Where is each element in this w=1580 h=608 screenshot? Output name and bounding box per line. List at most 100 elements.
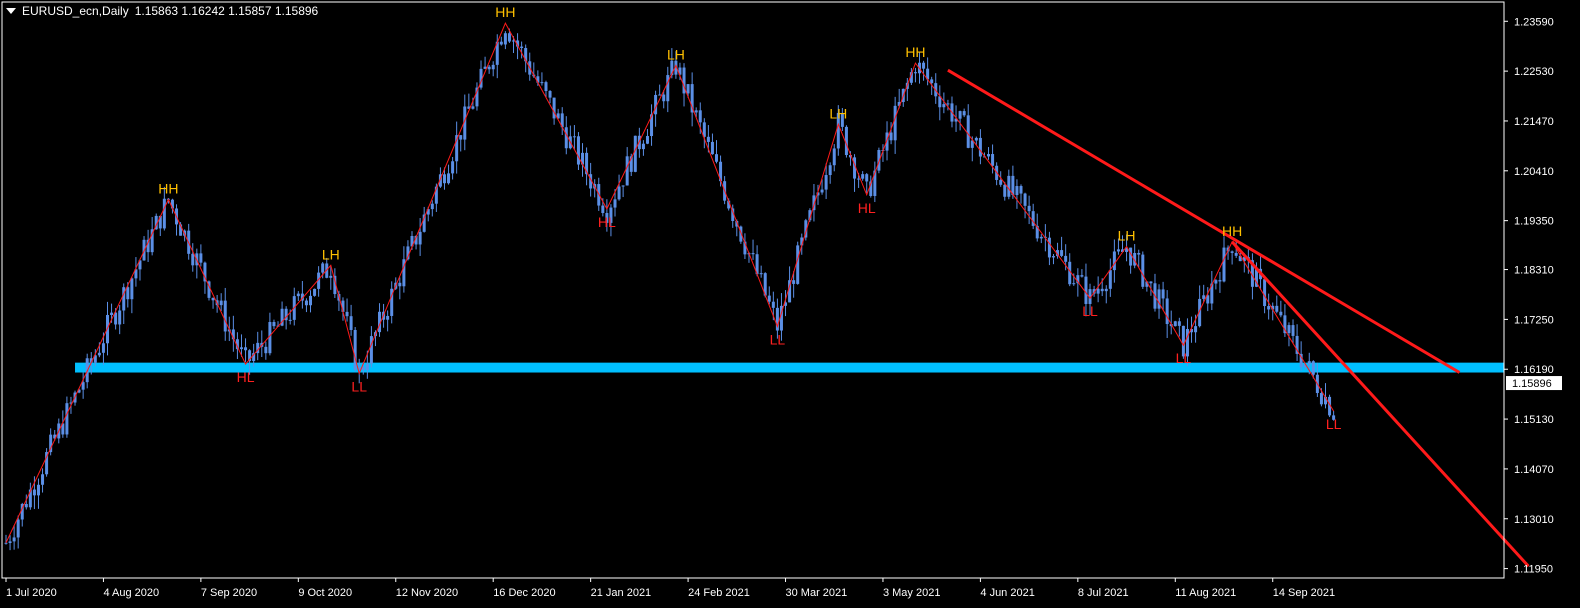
x-tick-label: 21 Jan 2021 [591,587,652,599]
y-tick-label: 1.20410 [1514,166,1554,178]
candle-body [503,33,507,45]
candle-body [1218,280,1222,282]
candle-body [832,148,836,166]
candle-body [1072,283,1076,285]
candle-body [922,62,926,69]
candle-body [199,253,203,263]
candle-body [1129,247,1133,266]
candle-body [1100,288,1104,292]
candle-body [321,263,325,273]
candle-body [191,253,195,266]
candle-body [24,503,28,508]
candle-body [365,363,369,371]
candle-body [706,136,710,142]
candle-body [999,179,1003,185]
candle-body [913,72,917,74]
x-tick-label: 7 Sep 2020 [201,587,257,599]
candle-body [296,293,300,297]
candle-body [386,315,390,320]
candle-body [507,33,511,42]
swing-label: HL [237,369,255,385]
candle-body [223,300,227,332]
swing-label: LL [351,378,367,394]
candle-body [16,519,20,538]
support-zone[interactable] [75,362,1504,373]
candle-body [1230,251,1234,253]
y-tick-label: 1.13010 [1514,514,1554,526]
candle-body [857,178,861,180]
candle-body [552,97,556,119]
symbol-label: EURUSD_ecn,Daily [22,4,129,18]
candle-body [1287,325,1291,334]
candle-body [244,347,248,351]
candle-body [1202,295,1206,299]
candle-body [641,143,645,150]
trendline-1[interactable] [947,68,1461,374]
candle-body [471,106,475,109]
candle-body [288,319,292,321]
candle-body [893,105,897,141]
candle-body [1157,289,1161,309]
price-chart[interactable]: HH HL LH LL HH HL LH LL LH HL HH LL LH LL HH LL 1.23590… [0,0,1580,608]
trendline-2[interactable] [1231,240,1530,568]
candle-body [1275,305,1279,312]
y-tick-label: 1.21470 [1514,116,1554,128]
candle-body [264,346,268,354]
plot-frame [1,1,1505,579]
swing-label: HH [1222,223,1242,239]
candle-body [1080,275,1084,277]
candle-body [12,537,16,542]
ohlc-values: 1.15863 1.16242 1.15857 1.15896 [134,4,319,18]
candle-body [625,156,629,186]
x-tick-label: 3 May 2021 [883,587,940,599]
dropdown-triangle-icon[interactable] [6,8,16,14]
candle-body [101,343,105,353]
candle-body [930,79,934,84]
current-price-label: 1.15896 [1512,378,1552,390]
candle-body [1149,281,1153,284]
candle-body [613,199,617,208]
candle-body [1015,186,1019,196]
candle-body [991,154,995,166]
swing-label: HH [495,4,515,20]
x-tick-label: 1 Jul 2020 [6,587,57,599]
swing-label: LL [1326,416,1342,432]
candle-body [4,542,8,544]
candle-body [130,278,134,300]
candle-body [751,253,755,255]
candle-body [1291,325,1295,336]
swing-label: LL [1082,303,1098,319]
candle-body [491,64,495,70]
candle-body [1064,255,1068,262]
candle-body [520,46,524,49]
candle-body [239,347,243,350]
trendline-layer [947,68,1530,568]
candle-body [65,403,69,435]
candle-body [41,474,45,485]
candle-body [329,275,333,278]
candle-body [1279,311,1283,316]
candle-body [974,137,978,141]
candle-body [633,135,637,172]
candle-body [966,115,970,148]
x-tick-label: 12 Nov 2020 [396,587,458,599]
candle-body [451,161,455,174]
candle-body [8,541,12,544]
swing-label: HL [858,200,876,216]
candle-body [418,231,422,245]
candle-body [32,489,36,496]
candle-body [1023,193,1027,206]
candle-body [1084,276,1088,304]
candle-body [211,297,215,301]
candle-body [710,141,714,155]
candle-body [865,174,869,182]
candle-body [499,41,503,45]
candle-body [796,245,800,284]
candle-body [487,66,491,70]
candle-body [694,110,698,113]
y-tick-label: 1.22530 [1514,66,1554,78]
swing-label: HL [598,214,616,230]
candle-body [548,91,552,98]
x-tick-label: 24 Feb 2021 [688,587,750,599]
candle-body [987,154,991,157]
